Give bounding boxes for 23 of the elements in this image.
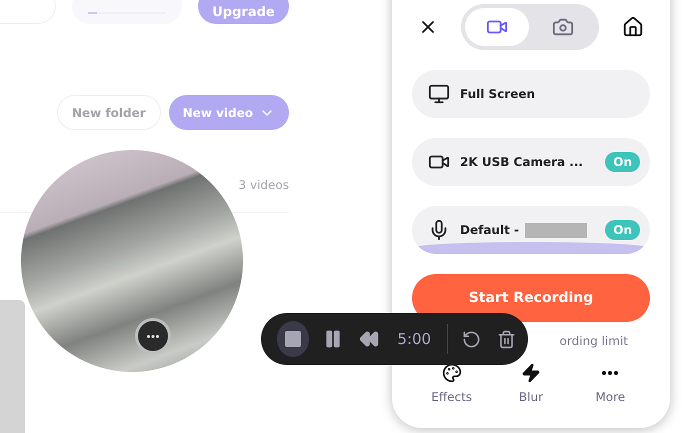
lightning-icon bbox=[520, 363, 541, 383]
stop-button[interactable] bbox=[277, 321, 310, 357]
start-recording-button[interactable]: Start Recording bbox=[412, 274, 650, 322]
timer: 5:00 bbox=[397, 330, 432, 348]
more-button[interactable]: More bbox=[575, 362, 646, 405]
blur-button[interactable]: Blur bbox=[496, 362, 566, 405]
source-label: Full Screen bbox=[460, 87, 536, 101]
recording-limit-note: ording limit bbox=[560, 334, 628, 348]
source-label: Default - bbox=[460, 223, 519, 237]
more-button[interactable] bbox=[135, 318, 171, 354]
camera-source-row[interactable]: 2K USB Camera ... On bbox=[412, 138, 650, 186]
mic-source-row[interactable]: Default - On bbox=[412, 206, 650, 254]
source-label: 2K USB Camera ... bbox=[460, 155, 583, 169]
video-count: 3 videos bbox=[238, 178, 289, 192]
effects-button[interactable]: Effects bbox=[416, 362, 487, 405]
home-icon bbox=[622, 16, 644, 38]
video-mode-tab[interactable] bbox=[465, 8, 529, 46]
more-icon bbox=[602, 371, 618, 375]
more-icon bbox=[147, 334, 159, 338]
monitor-icon bbox=[428, 83, 450, 105]
screen-source-row[interactable]: Full Screen bbox=[412, 70, 650, 118]
camera-icon bbox=[552, 16, 574, 38]
palette-icon bbox=[442, 363, 462, 383]
